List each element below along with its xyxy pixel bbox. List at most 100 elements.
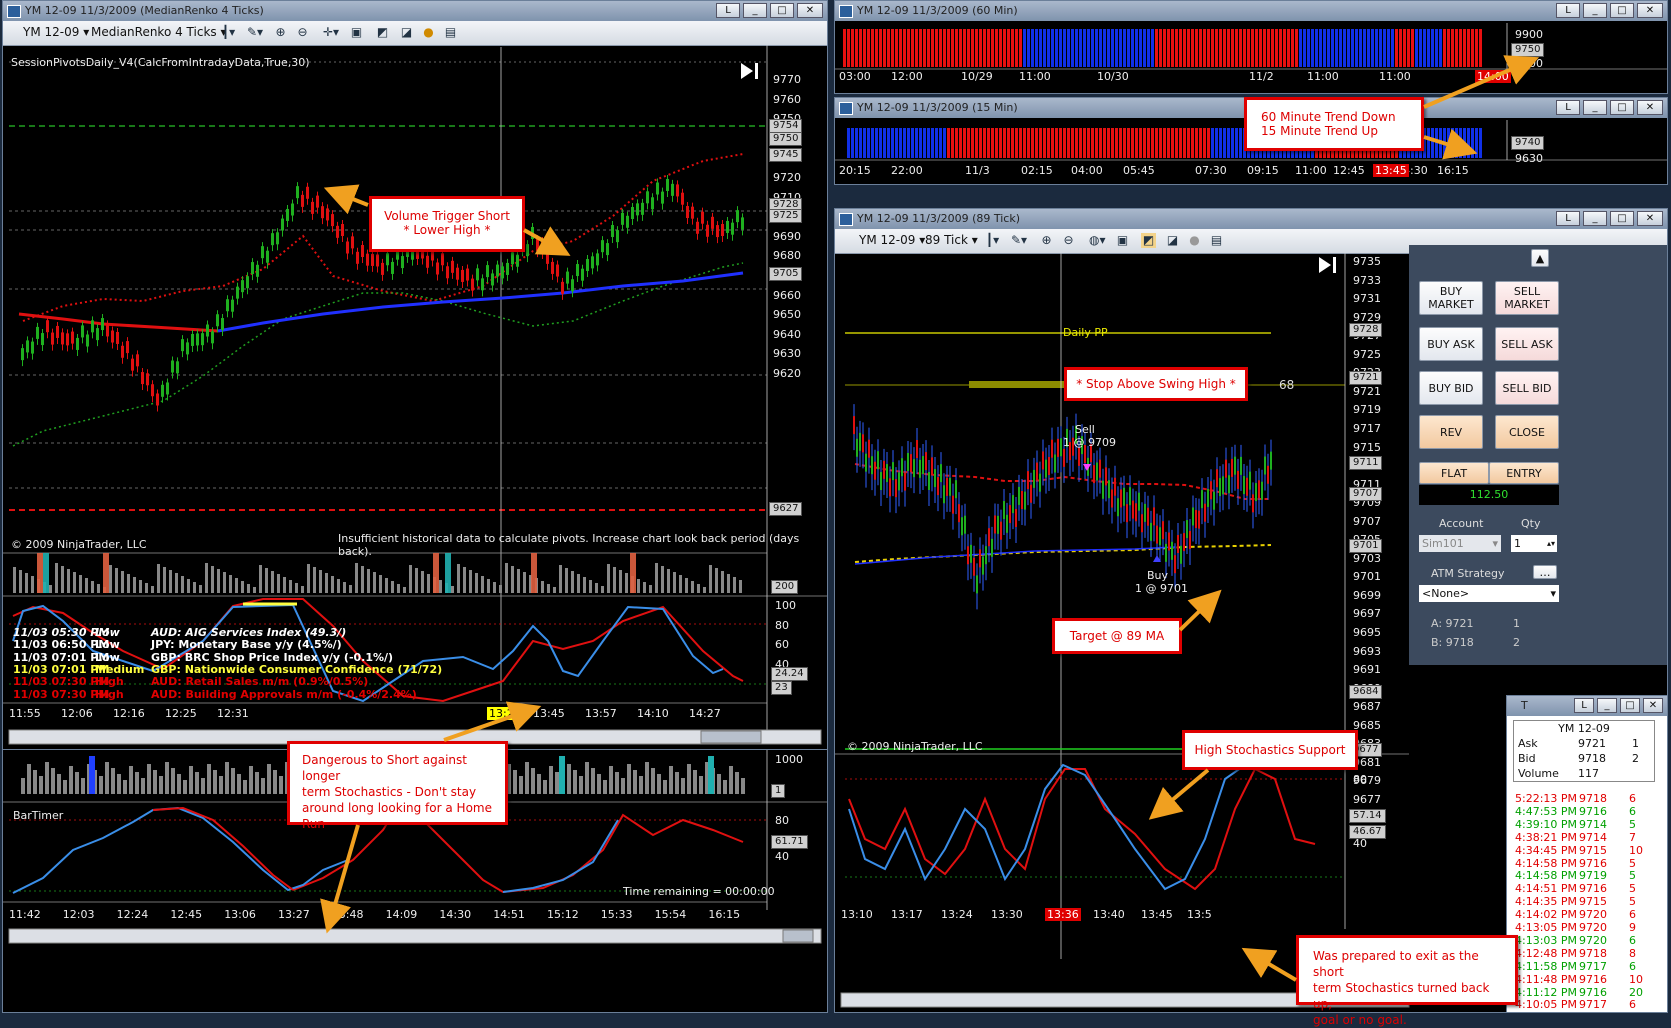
candle-body [877,451,879,470]
tas-row[interactable]: 4:34:45 PM 9715 10 [1513,844,1653,857]
atm-select[interactable]: <None> ▾ [1419,585,1559,602]
candle-body [326,208,329,221]
tas-time: 4:14:58 PM [1515,856,1578,870]
trend-bar [1467,29,1470,67]
trend-bar [1151,128,1154,158]
trend-bar [967,128,970,158]
atm-options-button[interactable]: … [1533,565,1557,579]
tas-row[interactable]: 4:47:53 PM 9716 6 [1513,805,1653,818]
tas-row[interactable]: 4:11:58 PM 9717 6 [1513,960,1653,973]
trend-bar [1223,29,1226,67]
scroll-to-end-icon[interactable] [741,63,758,79]
volume-bar [669,766,673,794]
volume-bar [195,772,199,794]
sell-bid-button[interactable]: SELL BID [1495,371,1559,405]
tick-price-tag: 9721 [1349,371,1383,385]
volume-bar [171,768,175,794]
link-button[interactable]: L [1574,698,1594,713]
tas-row[interactable]: 4:14:35 PM 9715 5 [1513,895,1653,908]
tas-time: 4:12:48 PM [1515,946,1578,960]
sell-ask-button[interactable]: SELL ASK [1495,327,1559,361]
candle-body [1054,454,1056,473]
tas-row[interactable]: 4:38:21 PM 9714 7 [1513,831,1653,844]
tas-row[interactable]: 4:14:58 PM 9719 5 [1513,869,1653,882]
tas-row[interactable]: 4:13:05 PM 9720 9 [1513,921,1653,934]
trend-bar [995,29,998,67]
candle-body [541,241,544,254]
trend-bar [1371,29,1374,67]
trend-bar [859,29,862,67]
tas-row[interactable]: 4:10:05 PM 9717 6 [1513,998,1653,1011]
candle-body [1270,451,1272,470]
lower-volume-tag: 1 [771,784,786,798]
entry-button[interactable]: ENTRY [1489,462,1559,484]
qty-stepper[interactable]: 1 ▴▾ [1511,535,1557,552]
tas-row[interactable]: 4:14:51 PM 9716 5 [1513,882,1653,895]
tas-row[interactable]: 5:22:13 PM 9718 6 [1513,792,1653,805]
trend-bar [875,128,878,158]
time-axis-label: 12:45 [1333,164,1365,177]
trend-bar [1031,29,1034,67]
account-select[interactable]: Sim101 ▾ [1419,535,1501,552]
buy-ask-button[interactable]: BUY ASK [1419,327,1483,361]
candle-body [446,266,449,279]
candle-body [1144,503,1146,522]
volume-bar [243,780,247,794]
scroll-to-end-icon[interactable] [1319,257,1336,273]
trend-bar [1051,29,1054,67]
buy-bid-button[interactable]: BUY BID [1419,371,1483,405]
sell-market-button[interactable]: SELL MARKET [1495,281,1559,315]
volume-bar [49,585,52,593]
tick-price-axis-label: 9677 [1353,792,1381,806]
tas-row[interactable]: 4:12:48 PM 9718 8 [1513,947,1653,960]
tas-price: 9718 [1579,946,1607,960]
tas-row[interactable]: 4:39:10 PM 9714 5 [1513,818,1653,831]
tas-size: 10 [1629,843,1643,857]
trend-bar [963,128,966,158]
trend-bar [999,29,1002,67]
buy-market-button[interactable]: BUY MARKET [1419,281,1483,315]
tick-price-axis-label: 9731 [1353,292,1381,306]
tick-price-axis-label: 9721 [1353,384,1381,398]
volume-bar [265,568,268,593]
close-position-button[interactable]: CLOSE [1495,415,1559,449]
time-axis-label: 11:00 [1019,70,1051,83]
tas-row[interactable]: 4:11:48 PM 9716 10 [1513,973,1653,986]
volume-bar [657,774,661,794]
tas-row[interactable]: 4:11:12 PM 9716 20 [1513,986,1653,999]
trend-bar [1471,29,1474,67]
rev-button[interactable]: REV [1419,415,1483,449]
volume-bar [193,582,196,593]
volume-bar [201,778,205,794]
trend-bar [1095,29,1098,67]
volume-bar [681,778,685,794]
candle-body [26,340,29,353]
volume-bar [409,565,412,593]
tas-row[interactable]: 4:13:03 PM 9720 6 [1513,934,1653,947]
minimize-icon[interactable]: _ [1597,698,1617,713]
candle-body [476,268,479,281]
tas-row[interactable]: 4:14:58 PM 9716 5 [1513,857,1653,870]
candle-body [91,320,94,333]
candle-body [556,264,559,277]
candle-body [1015,508,1017,527]
panel-up-arrow-icon[interactable]: ▲ [1531,249,1549,267]
tas-trade-list[interactable]: 5:22:13 PM 9718 6 4:47:53 PM 9716 6 4:39:10 PM… [1513,792,1663,1012]
volume-bar [645,762,649,794]
trend-bar [1083,29,1086,67]
tas-size: 10 [1629,972,1643,986]
trend-bar [947,128,950,158]
close-icon[interactable]: ✕ [1643,698,1663,713]
candle-body [656,182,659,195]
candle-body [1198,510,1200,529]
flat-button[interactable]: FLAT [1419,462,1489,484]
tas-titlebar[interactable]: T L _ □ ✕ [1507,696,1667,716]
tas-row[interactable]: 4:14:02 PM 9720 6 [1513,908,1653,921]
volume-bar [451,586,454,593]
candle-body [913,459,915,478]
trend-bar [843,29,846,67]
tick-price-axis-label: 9729 [1353,310,1381,324]
trend-bar [1431,29,1434,67]
maximize-icon[interactable]: □ [1620,698,1640,713]
callout-line: 60 Minute Trend Down [1261,110,1396,124]
